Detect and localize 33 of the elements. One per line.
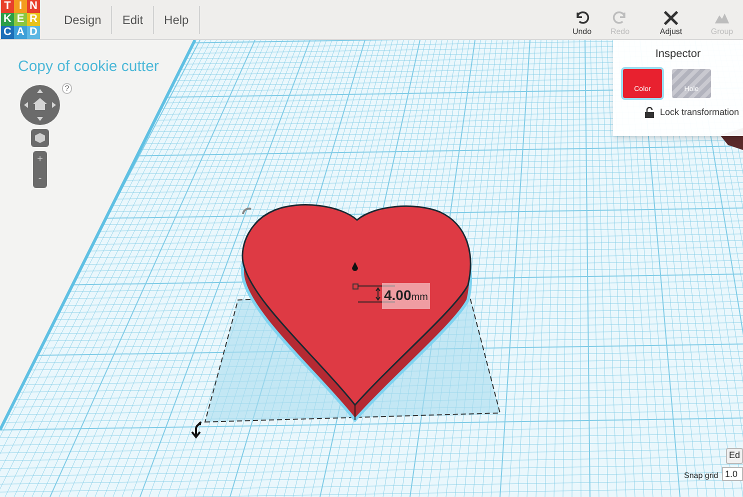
snap-grid-label: Snap grid [684,470,718,482]
menu-item[interactable]: Edit [112,6,154,34]
design-title[interactable]: Copy of cookie cutter [18,56,159,78]
logo-letter[interactable]: T [1,0,14,13]
cube-icon [35,133,45,143]
lock-transformation-label[interactable]: Lock transformation [660,106,740,119]
menu-item[interactable]: Design [54,6,112,34]
logo-letter[interactable]: A [14,26,27,39]
logo-letter[interactable]: E [14,13,27,26]
undo-button[interactable]: Undo [563,10,601,36]
rotate-handle-icon[interactable] [242,208,252,214]
logo-letter[interactable]: D [27,26,40,39]
logo-letter[interactable]: K [1,13,14,26]
menu-item[interactable]: Help [154,6,200,34]
curved-arrow-handle-icon[interactable] [191,421,202,438]
zoom-in-button[interactable]: + [37,155,43,166]
logo-letter[interactable]: C [1,26,14,39]
view-navigation-control[interactable] [20,85,60,125]
inspector-title: Inspector [655,47,701,62]
redo-icon [612,10,628,26]
snap-grid-field[interactable]: 1.0 [722,467,743,481]
cube-view-button[interactable] [31,129,49,147]
edit-grid-button[interactable]: Ed [726,448,743,464]
undo-icon [574,10,590,26]
padlock-icon[interactable] [645,106,654,118]
help-button[interactable]: ? [62,83,72,94]
height-dimension-label[interactable]: 4.00mm [382,283,430,309]
adjust-button[interactable]: Adjust [651,10,691,36]
logo-letter[interactable]: N [27,0,40,13]
zoom-out-button[interactable]: - [38,174,42,184]
heart-shape-drawing[interactable] [241,204,472,422]
drop-handle-icon[interactable] [352,262,358,271]
logo-letter[interactable]: I [14,0,27,13]
